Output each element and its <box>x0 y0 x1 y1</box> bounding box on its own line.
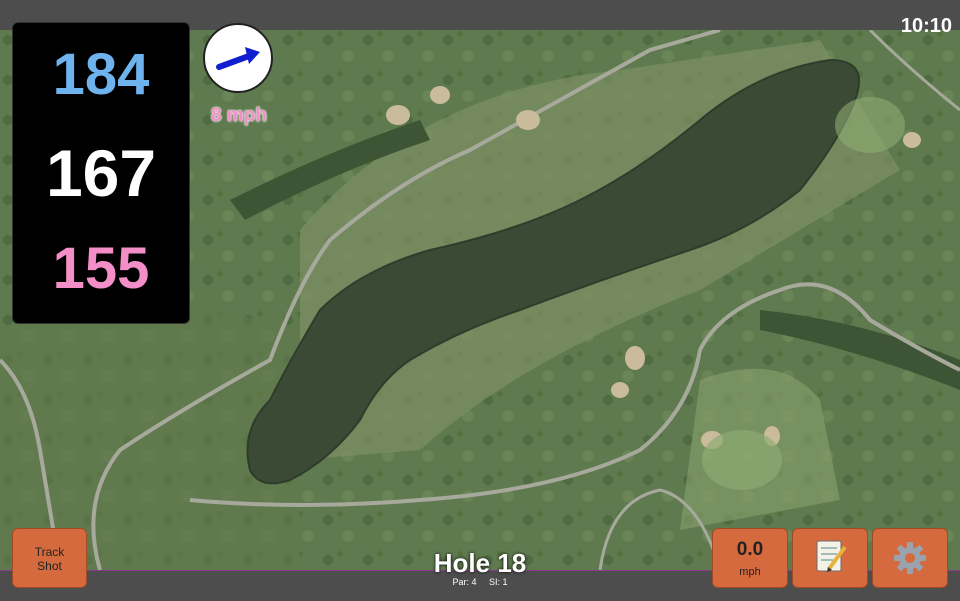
speed-unit: mph <box>739 566 761 578</box>
arrow-icon <box>216 47 260 70</box>
back-yardage: 184 <box>52 42 150 107</box>
hole-info: Par: 4 SI: 1 <box>380 577 580 587</box>
front-yardage: 155 <box>52 236 150 301</box>
track-shot-label-line1: Track <box>34 545 65 559</box>
hole-si: SI: 1 <box>489 577 508 587</box>
hole-par: Par: 4 <box>452 577 477 587</box>
wind-speed: 8 mph <box>211 105 267 126</box>
middle-yardage: 167 <box>45 136 157 210</box>
gear-icon <box>894 542 926 574</box>
track-shot-button[interactable]: Track Shot <box>12 528 87 588</box>
notes-button[interactable] <box>792 528 868 588</box>
clock: 10:10 <box>900 15 952 37</box>
speed-button[interactable]: 0.0 mph <box>712 528 788 588</box>
track-shot-label-line2: Shot <box>37 559 62 573</box>
notepad-icon <box>816 540 847 572</box>
wind-indicator <box>203 23 273 93</box>
yardage-panel: 184 167 155 <box>12 22 190 324</box>
hole-title: Hole 18 <box>433 548 527 578</box>
speed-value: 0.0 <box>736 539 764 560</box>
settings-button[interactable] <box>872 528 948 588</box>
